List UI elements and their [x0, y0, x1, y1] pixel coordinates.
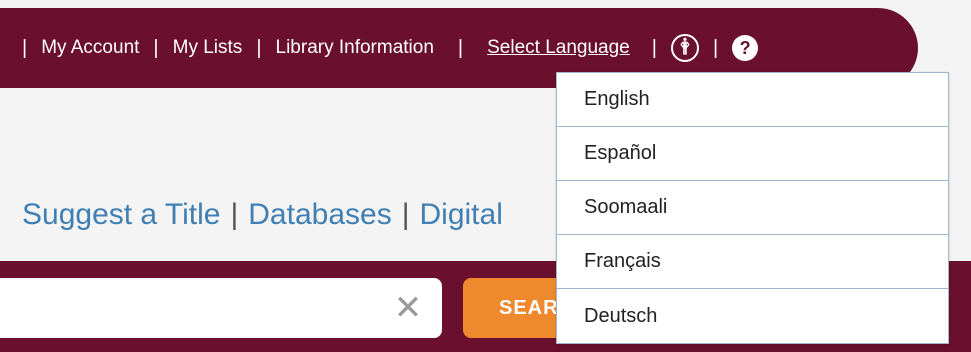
language-dropdown: English Español Soomaali Français Deutsc…: [556, 72, 949, 344]
clear-icon[interactable]: ✕: [388, 288, 428, 328]
separator: |: [256, 36, 262, 59]
library-information-link[interactable]: Library Information: [276, 37, 434, 59]
suggest-title-link[interactable]: Suggest a Title: [22, 198, 220, 231]
databases-link[interactable]: Databases: [248, 198, 391, 231]
language-option-espanol[interactable]: Español: [557, 127, 948, 181]
separator: |: [153, 36, 159, 59]
help-icon[interactable]: ?: [732, 35, 759, 61]
accessibility-icon[interactable]: 🛉: [670, 34, 699, 62]
separator: |: [22, 36, 28, 59]
language-option-soomaali[interactable]: Soomaali: [557, 181, 948, 235]
select-language-link[interactable]: Select Language: [487, 37, 630, 59]
digital-link[interactable]: Digital: [420, 198, 503, 231]
separator: |: [651, 36, 657, 59]
separator: |: [230, 198, 239, 231]
secondary-nav: Suggest a Title | Databases | Digital: [22, 198, 503, 232]
separator: |: [401, 198, 410, 231]
language-option-english[interactable]: English: [557, 73, 948, 127]
separator: |: [457, 36, 464, 59]
language-option-francais[interactable]: Français: [557, 235, 948, 289]
my-lists-link[interactable]: My Lists: [173, 37, 243, 59]
search-input[interactable]: [0, 278, 442, 338]
my-account-link[interactable]: My Account: [41, 37, 139, 59]
language-option-deutsch[interactable]: Deutsch: [557, 289, 948, 343]
separator: |: [712, 36, 719, 59]
